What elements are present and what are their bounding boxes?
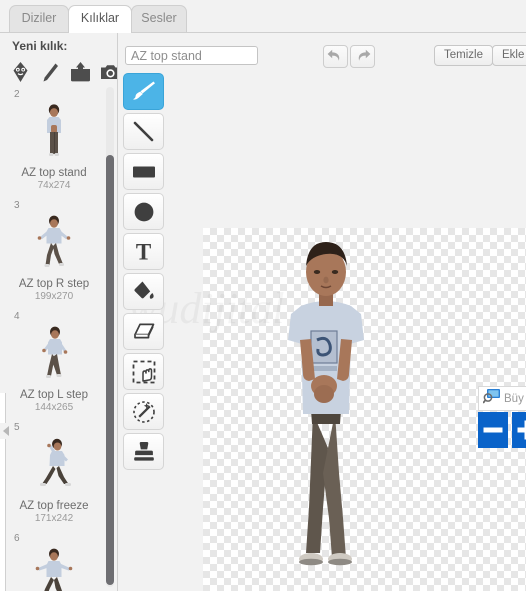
costume-list-item[interactable]: 2 AZ top stand 74x274 — [0, 87, 108, 198]
zoom-label-row: Büy — [478, 386, 526, 411]
ellipse-tool[interactable] — [123, 193, 164, 230]
pane-divider-top — [0, 393, 6, 423]
undo-icon — [327, 49, 340, 61]
choose-costume-from-library-icon[interactable] — [10, 61, 31, 83]
new-costume-label: Yeni kılık: — [12, 39, 68, 53]
fill-bucket-icon — [133, 281, 154, 299]
costume-number: 2 — [14, 89, 20, 100]
costume-list-item[interactable]: 5 AZ top freeze 171x242 — [0, 420, 108, 531]
costume-number: 3 — [14, 200, 20, 211]
costume-name-input[interactable] — [125, 46, 258, 65]
upload-costume-from-file-icon[interactable] — [70, 61, 91, 83]
costume-thumbnail — [18, 101, 90, 165]
collapse-sidebar-arrow-icon[interactable] — [2, 423, 12, 439]
costume-number: 4 — [14, 311, 20, 322]
costume-list-item[interactable]: 3 AZ top R step 199x270 — [0, 198, 108, 309]
tab-scripts[interactable]: Diziler — [9, 5, 69, 32]
costume-list-item[interactable]: 4 AZ top L step 144x265 — [0, 309, 108, 420]
paint-new-costume-icon[interactable] — [40, 61, 61, 83]
add-button[interactable]: Ekle — [492, 45, 526, 66]
costume-name: AZ top L step — [20, 389, 88, 401]
brush-icon — [132, 81, 155, 100]
redo-button[interactable] — [350, 45, 375, 68]
tab-sounds[interactable]: Sesler — [131, 5, 187, 32]
costume-name: AZ top freeze — [19, 500, 89, 512]
text-tool[interactable]: T — [123, 233, 164, 270]
costume-dimensions: 171x242 — [34, 513, 74, 524]
ellipse-icon — [134, 202, 153, 221]
costume-sidebar: Yeni kılık: 2 AZ top stand 74x274 3 AZ t… — [0, 33, 118, 591]
brush-tool[interactable] — [123, 73, 164, 110]
tab-bar: Diziler Kılıklar Sesler — [0, 0, 526, 33]
zoom-out-button[interactable] — [478, 412, 508, 448]
zoom-in-button[interactable] — [512, 412, 526, 448]
select-icon — [132, 360, 155, 383]
costume-name: AZ top stand — [21, 167, 87, 179]
stamp-tool[interactable] — [123, 433, 164, 470]
magic-wand-icon — [132, 400, 155, 423]
stamp-icon — [133, 441, 154, 461]
new-costume-from-camera-icon[interactable] — [100, 61, 117, 83]
redo-icon — [358, 49, 371, 61]
new-costume-toolbar — [10, 59, 117, 85]
pane-divider-bottom — [0, 439, 6, 591]
magic-wand-tool[interactable] — [123, 393, 164, 430]
zoom-screen-icon — [482, 388, 501, 409]
editor-pane: Yeni kılık: 2 AZ top stand 74x274 3 AZ t… — [0, 32, 526, 591]
zoom-buttons — [478, 412, 526, 448]
costume-editor-window: Diziler Kılıklar Sesler Yeni kılık: 2 AZ… — [0, 0, 526, 591]
costume-dimensions: 199x270 — [34, 291, 74, 302]
sidebar-scrollbar-thumb[interactable] — [106, 155, 114, 585]
eraser-tool[interactable] — [123, 313, 164, 350]
costume-thumbnail — [18, 212, 90, 276]
rectangle-icon — [132, 166, 155, 177]
tool-palette: T — [123, 73, 165, 473]
costume-dimensions: 144x265 — [34, 402, 74, 413]
line-icon — [133, 121, 153, 141]
undo-button[interactable] — [323, 45, 348, 68]
costume-name: AZ top R step — [18, 278, 90, 290]
fill-tool[interactable] — [123, 273, 164, 310]
clear-button[interactable]: Temizle — [434, 45, 493, 66]
tab-costumes[interactable]: Kılıklar — [68, 5, 132, 33]
costume-list[interactable]: 2 AZ top stand 74x274 3 AZ top R step 19… — [0, 87, 108, 591]
costume-thumbnail — [18, 323, 90, 387]
select-tool[interactable] — [123, 353, 164, 390]
zoom-widget: Büy — [478, 386, 526, 448]
minus-icon — [483, 427, 503, 433]
costume-thumbnail — [18, 545, 90, 591]
costume-list-item[interactable]: 6 — [0, 531, 108, 591]
zoom-label: Büy — [504, 392, 524, 405]
rectangle-tool[interactable] — [123, 153, 164, 190]
text-icon: T — [135, 239, 152, 264]
paint-editor: wudijital Temizle Ekle — [118, 33, 526, 591]
eraser-icon — [133, 323, 154, 338]
costume-dimensions: 74x274 — [37, 180, 71, 191]
costume-thumbnail — [18, 434, 90, 498]
costume-number: 5 — [14, 422, 20, 433]
costume-number: 6 — [14, 533, 20, 544]
line-tool[interactable] — [123, 113, 164, 150]
